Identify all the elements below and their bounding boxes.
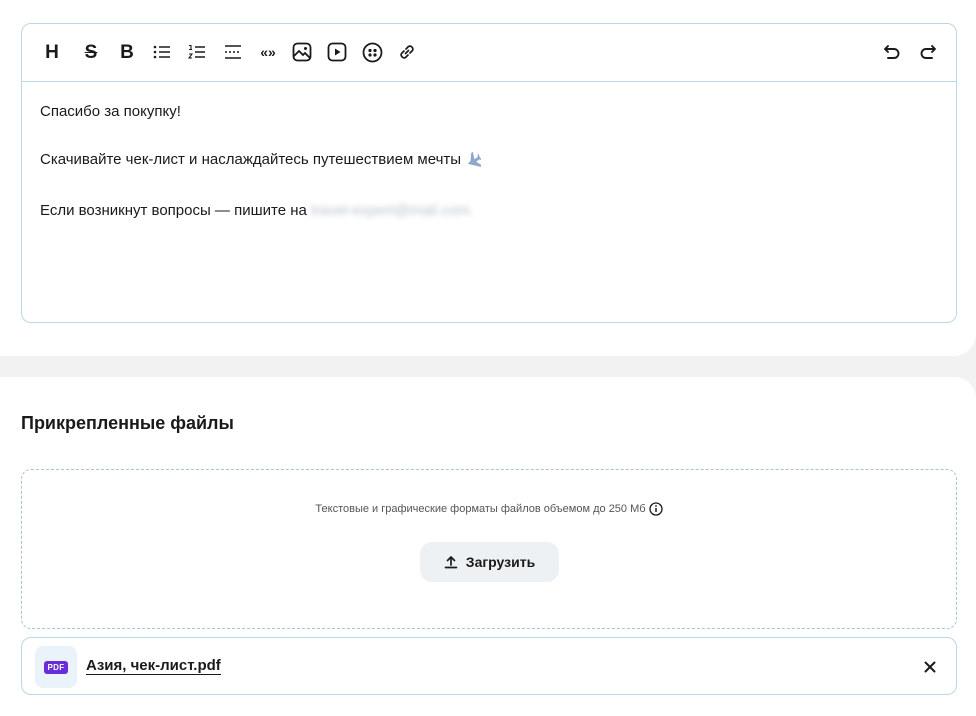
- attached-file-item: PDF Азия, чек-лист.pdf: [21, 637, 957, 695]
- insert-video-button[interactable]: [323, 38, 351, 66]
- info-icon[interactable]: [648, 502, 663, 516]
- numbered-list-button[interactable]: [183, 38, 211, 66]
- redo-icon: [920, 45, 936, 59]
- image-icon: [292, 42, 312, 62]
- redo-button[interactable]: [914, 38, 942, 66]
- insert-link-button[interactable]: [393, 38, 421, 66]
- insert-emoji-button[interactable]: [358, 38, 386, 66]
- upload-icon: [444, 556, 458, 569]
- attachments-title: Прикрепленные файлы: [21, 413, 234, 433]
- upload-hint-text: Текстовые и графические форматы файлов о…: [315, 503, 646, 515]
- remove-file-button[interactable]: [920, 657, 940, 677]
- editor-card: H S B «» Спасибо за покупку! Скачивайте …: [0, 0, 976, 356]
- file-dropzone[interactable]: Текстовые и графические форматы файлов о…: [21, 469, 957, 629]
- pdf-file-icon: PDF: [35, 646, 77, 688]
- content-line: Скачивайте чек-лист и наслаждайтесь путе…: [40, 150, 938, 173]
- upload-hint: Текстовые и графические форматы файлов о…: [22, 502, 956, 516]
- video-icon: [327, 42, 347, 62]
- bold-button[interactable]: B: [113, 38, 141, 66]
- strikethrough-button[interactable]: S: [77, 38, 105, 66]
- undo-button[interactable]: [878, 38, 906, 66]
- airplane-icon: [465, 151, 483, 173]
- heading-button[interactable]: H: [38, 38, 66, 66]
- content-line: Спасибо за покупку!: [40, 103, 181, 120]
- emoji-icon: [362, 42, 382, 62]
- rich-text-editor: H S B «» Спасибо за покупку! Скачивайте …: [21, 23, 957, 323]
- file-type-badge: PDF: [43, 660, 69, 674]
- link-icon: [400, 45, 414, 59]
- numbered-list-icon: [188, 44, 205, 59]
- editor-toolbar: H S B «»: [22, 24, 956, 82]
- close-icon: [924, 661, 936, 673]
- strikethrough-label: S: [84, 41, 98, 63]
- email-link[interactable]: travel-expert@mail.com.: [311, 201, 474, 221]
- content-line-text: Скачивайте чек-лист и наслаждайтесь путе…: [40, 151, 462, 168]
- editor-content[interactable]: Спасибо за покупку! Скачивайте чек-лист …: [40, 102, 938, 249]
- content-line: Если возникнут вопросы — пишите на travel…: [40, 201, 938, 221]
- undo-icon: [884, 45, 900, 59]
- divider-button[interactable]: [219, 38, 247, 66]
- insert-image-button[interactable]: [288, 38, 316, 66]
- bullet-list-button[interactable]: [148, 38, 176, 66]
- horizontal-rule-icon: [225, 45, 241, 59]
- quote-button[interactable]: «»: [254, 38, 282, 66]
- file-name-link[interactable]: Азия, чек-лист.pdf: [86, 657, 221, 675]
- content-line-text: Если возникнут вопросы — пишите на: [40, 202, 307, 219]
- upload-button[interactable]: Загрузить: [420, 542, 559, 582]
- upload-button-label: Загрузить: [465, 554, 536, 570]
- bullet-list-icon: [153, 45, 170, 59]
